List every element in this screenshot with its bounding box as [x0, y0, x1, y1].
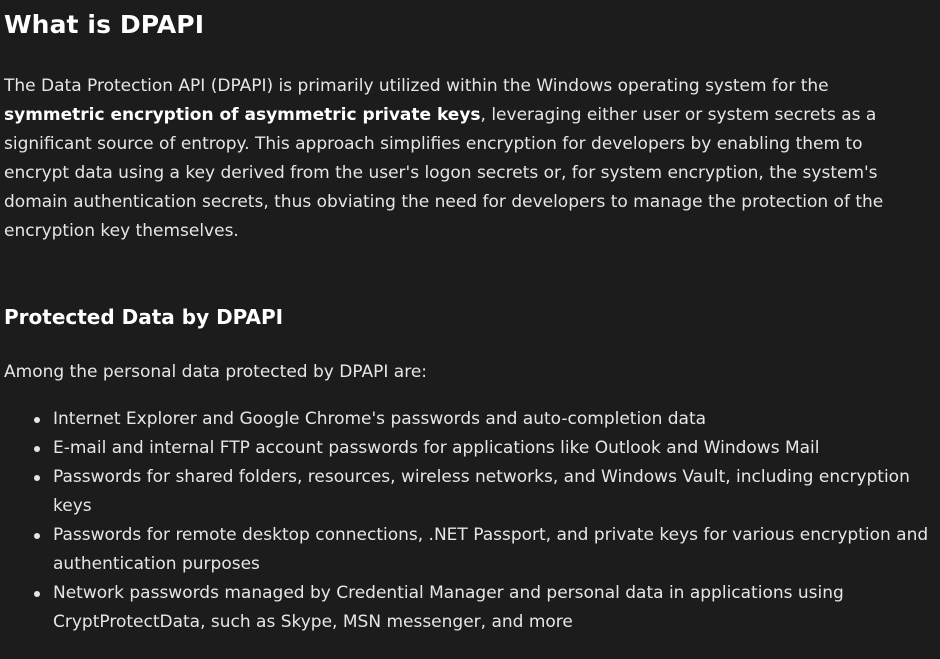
protected-data-list: Internet Explorer and Google Chrome's pa…	[4, 405, 934, 637]
list-item-text: Passwords for remote desktop connections…	[53, 525, 929, 574]
list-item: Network passwords managed by Credential …	[4, 579, 934, 637]
list-item: Internet Explorer and Google Chrome's pa…	[4, 405, 934, 434]
page-title: What is DPAPI	[4, 10, 205, 39]
list-item: E-mail and internal FTP account password…	[4, 434, 934, 463]
bullet-icon	[34, 533, 40, 539]
intro-text-start: The Data Protection API (DPAPI) is prima…	[4, 76, 829, 96]
list-item: Passwords for shared folders, resources,…	[4, 463, 934, 521]
intro-bold-phrase: symmetric encryption of asymmetric priva…	[4, 105, 481, 125]
bullet-icon	[34, 475, 40, 481]
list-item-text: E-mail and internal FTP account password…	[53, 438, 820, 458]
bullet-icon	[34, 417, 40, 423]
bullet-icon	[34, 446, 40, 452]
intro-text-end: , leveraging either user or system secre…	[4, 105, 884, 241]
list-item-text: Network passwords managed by Credential …	[53, 583, 844, 632]
intro-paragraph: The Data Protection API (DPAPI) is prima…	[4, 72, 929, 246]
section-lead: Among the personal data protected by DPA…	[4, 362, 427, 382]
list-item-text: Passwords for shared folders, resources,…	[53, 467, 910, 516]
list-item: Passwords for remote desktop connections…	[4, 521, 934, 579]
list-item-text: Internet Explorer and Google Chrome's pa…	[53, 409, 707, 429]
section-heading: Protected Data by DPAPI	[4, 305, 284, 329]
bullet-icon	[34, 591, 40, 597]
